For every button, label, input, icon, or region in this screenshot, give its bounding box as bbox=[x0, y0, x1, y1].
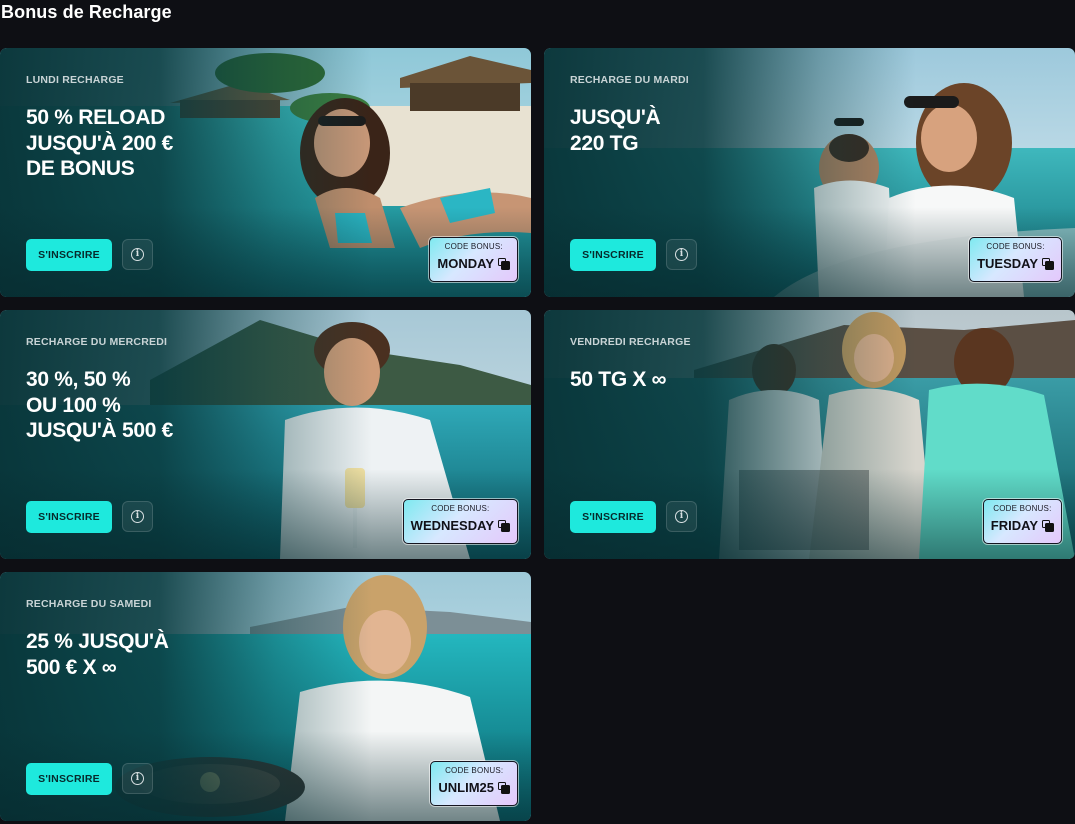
bonus-code: TUESDAY bbox=[977, 256, 1038, 271]
page-title: Bonus de Recharge bbox=[1, 2, 172, 22]
signup-button[interactable]: S'INSCRIRE bbox=[26, 239, 112, 271]
signup-button[interactable]: S'INSCRIRE bbox=[570, 239, 656, 271]
info-circle-icon: i bbox=[675, 510, 688, 523]
card-headline: 25 % JUSQU'À 500 € X ∞ bbox=[26, 630, 169, 679]
promo-card-wednesday: RECHARGE DU MERCREDI 30 %, 50 % OU 100 %… bbox=[0, 310, 531, 559]
bonus-code: FRIDAY bbox=[990, 518, 1038, 533]
card-headline: 50 % RELOAD JUSQU'À 200 € DE BONUS bbox=[26, 106, 173, 180]
card-label: RECHARGE DU SAMEDI bbox=[26, 598, 152, 610]
code-label: CODE BONUS: bbox=[445, 766, 504, 775]
info-button[interactable]: i bbox=[666, 239, 697, 270]
bonus-code-copy[interactable]: CODE BONUS: WEDNESDAY bbox=[402, 499, 518, 544]
info-button[interactable]: i bbox=[122, 501, 153, 532]
code-label: CODE BONUS: bbox=[993, 504, 1052, 513]
bonus-code-copy[interactable]: CODE BONUS: TUESDAY bbox=[969, 237, 1062, 282]
card-label: RECHARGE DU MERCREDI bbox=[26, 336, 168, 348]
card-headline: 50 TG X ∞ bbox=[570, 368, 667, 391]
promo-card-tuesday: RECHARGE DU MARDI JUSQU'À 220 TG S'INSCR… bbox=[544, 48, 1075, 297]
signup-button[interactable]: S'INSCRIRE bbox=[26, 501, 112, 533]
card-label: LUNDI RECHARGE bbox=[26, 74, 124, 86]
signup-button[interactable]: S'INSCRIRE bbox=[570, 501, 656, 533]
bonus-code-copy[interactable]: CODE BONUS: FRIDAY bbox=[982, 499, 1062, 544]
info-button[interactable]: i bbox=[666, 501, 697, 532]
code-label: CODE BONUS: bbox=[431, 504, 490, 513]
bonus-code: UNLIM25 bbox=[438, 780, 494, 795]
copy-icon bbox=[1042, 257, 1054, 270]
code-label: CODE BONUS: bbox=[444, 242, 503, 251]
info-circle-icon: i bbox=[675, 248, 688, 261]
info-circle-icon: i bbox=[131, 772, 144, 785]
promo-card-friday: VENDREDI RECHARGE 50 TG X ∞ S'INSCRIRE i… bbox=[544, 310, 1075, 559]
bonus-code-copy[interactable]: CODE BONUS: MONDAY bbox=[429, 237, 518, 282]
signup-button[interactable]: S'INSCRIRE bbox=[26, 763, 112, 795]
code-label: CODE BONUS: bbox=[986, 242, 1045, 251]
info-button[interactable]: i bbox=[122, 239, 153, 270]
bonus-code: MONDAY bbox=[437, 256, 494, 271]
card-label: RECHARGE DU MARDI bbox=[570, 74, 689, 86]
info-button[interactable]: i bbox=[122, 763, 153, 794]
copy-icon bbox=[498, 257, 510, 270]
info-circle-icon: i bbox=[131, 248, 144, 261]
card-headline: JUSQU'À 220 TG bbox=[570, 106, 661, 155]
bonus-code: WEDNESDAY bbox=[410, 518, 494, 533]
copy-icon bbox=[1042, 519, 1054, 532]
copy-icon bbox=[498, 519, 510, 532]
card-label: VENDREDI RECHARGE bbox=[570, 336, 691, 348]
bonus-code-copy[interactable]: CODE BONUS: UNLIM25 bbox=[430, 761, 518, 806]
copy-icon bbox=[498, 781, 510, 794]
promo-card-saturday: RECHARGE DU SAMEDI 25 % JUSQU'À 500 € X … bbox=[0, 572, 531, 821]
promo-card-monday: LUNDI RECHARGE 50 % RELOAD JUSQU'À 200 €… bbox=[0, 48, 531, 297]
card-headline: 30 %, 50 % OU 100 % JUSQU'À 500 € bbox=[26, 368, 173, 442]
info-circle-icon: i bbox=[131, 510, 144, 523]
